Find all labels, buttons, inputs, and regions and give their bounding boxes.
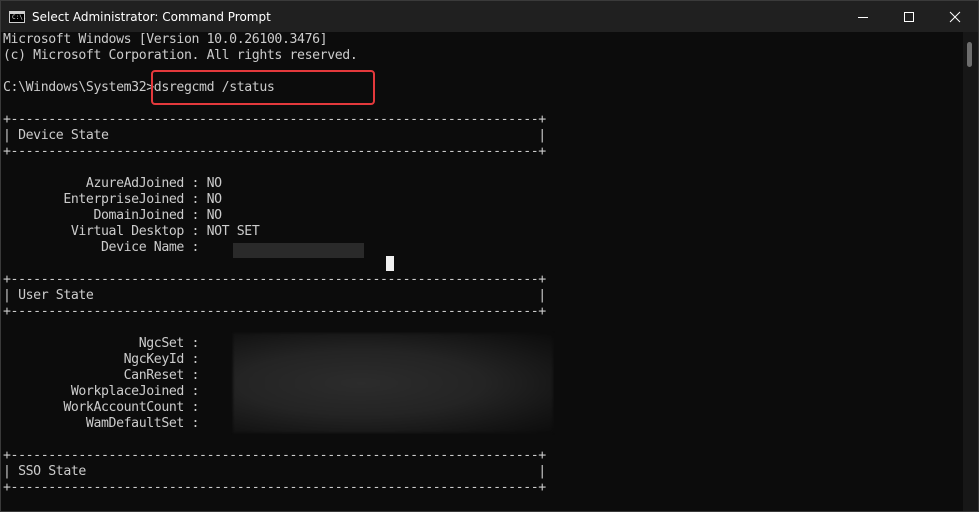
field-label: NgcSet : <box>3 336 207 351</box>
redacted-device-name <box>233 243 364 258</box>
field-row: AzureAdJoined : NO <box>3 176 222 192</box>
field-row: WorkplaceJoined : <box>3 384 207 400</box>
prompt-path: C:\Windows\System32> <box>3 80 154 95</box>
field-label: WorkAccountCount : <box>3 400 207 415</box>
minimize-button[interactable] <box>840 1 886 32</box>
section-header-sso-state: | SSO State | <box>3 464 546 479</box>
field-value: NO <box>206 192 222 207</box>
box-border: +---------------------------------------… <box>3 304 546 319</box>
field-row: NgcKeyId : <box>3 352 207 368</box>
command-prompt-window: C:\. Select Administrator: Command Promp… <box>0 0 979 512</box>
maximize-button[interactable] <box>886 1 932 32</box>
field-value: NOT SET <box>206 224 260 239</box>
text-cursor <box>386 256 394 271</box>
field-value: NO <box>206 208 222 223</box>
field-row: WorkAccountCount : <box>3 400 207 416</box>
field-row: Device Name : <box>3 240 207 256</box>
field-row: WamDefaultSet : <box>3 416 207 432</box>
field-row: NgcSet : <box>3 336 207 352</box>
command-highlight-box <box>151 70 375 105</box>
vertical-scrollbar[interactable] <box>963 32 978 511</box>
section-header-device-state: | Device State | <box>3 128 546 143</box>
box-border: +---------------------------------------… <box>3 112 546 127</box>
field-row: EnterpriseJoined : NO <box>3 192 222 208</box>
field-label: EnterpriseJoined : <box>3 192 207 207</box>
version-line: Microsoft Windows [Version 10.0.26100.34… <box>3 32 328 47</box>
box-border: +---------------------------------------… <box>3 480 546 495</box>
field-label: WorkplaceJoined : <box>3 384 207 399</box>
scroll-thumb[interactable] <box>967 42 972 67</box>
redacted-user-values <box>233 333 553 433</box>
field-label: CanReset : <box>3 368 207 383</box>
minimize-icon <box>858 16 868 18</box>
maximize-icon <box>904 11 914 22</box>
field-label: DomainJoined : <box>3 208 207 223</box>
box-border: +---------------------------------------… <box>3 144 546 159</box>
window-title: Select Administrator: Command Prompt <box>32 9 271 24</box>
box-border: +---------------------------------------… <box>3 448 546 463</box>
field-label: Virtual Desktop : <box>3 224 207 239</box>
field-row: CanReset : <box>3 368 207 384</box>
field-value: NO <box>206 176 222 191</box>
field-label: Device Name : <box>3 240 207 255</box>
command-prompt-icon: C:\. <box>9 10 26 23</box>
field-row: DomainJoined : NO <box>3 208 222 224</box>
field-label: AzureAdJoined : <box>3 176 207 191</box>
section-header-user-state: | User State | <box>3 288 546 303</box>
console-output[interactable]: Microsoft Windows [Version 10.0.26100.34… <box>3 32 963 511</box>
close-icon <box>949 11 961 22</box>
close-button[interactable] <box>932 1 978 32</box>
field-label: WamDefaultSet : <box>3 416 207 431</box>
field-row: Virtual Desktop : NOT SET <box>3 224 260 240</box>
copyright-line: (c) Microsoft Corporation. All rights re… <box>3 48 358 63</box>
window-controls <box>840 1 978 32</box>
box-border: +---------------------------------------… <box>3 272 546 287</box>
title-bar[interactable]: C:\. Select Administrator: Command Promp… <box>1 1 978 32</box>
field-label: NgcKeyId : <box>3 352 207 367</box>
